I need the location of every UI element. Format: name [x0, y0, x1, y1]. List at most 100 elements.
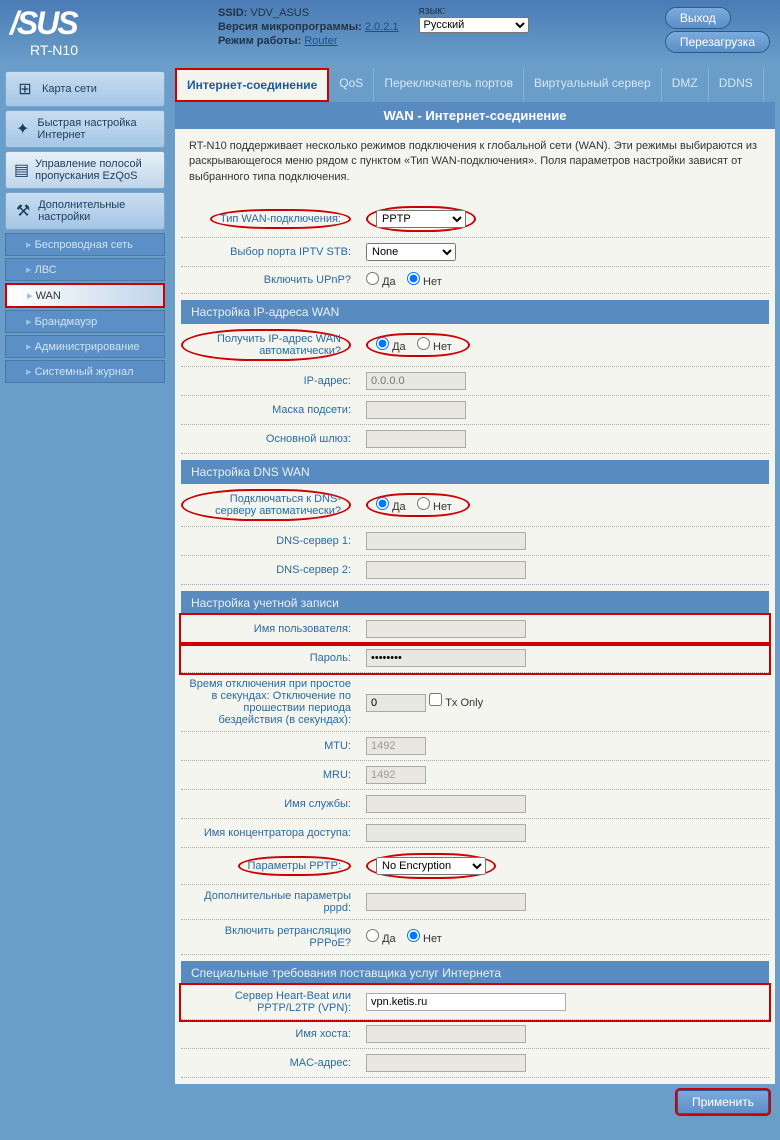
model-name: RT-N10: [30, 42, 78, 58]
tools-icon: ⚒: [14, 200, 32, 222]
dns1-input[interactable]: [366, 532, 526, 550]
mtu-input[interactable]: [366, 737, 426, 755]
fw-label: Версия микропрограммы:: [218, 21, 362, 33]
nav-qis[interactable]: ✦Быстрая настройка Интернет: [5, 110, 165, 148]
tabs: Интернет-соединение QoS Переключатель по…: [175, 68, 775, 102]
subnav-wireless[interactable]: Беспроводная сеть: [5, 233, 165, 256]
tab-qos[interactable]: QoS: [329, 68, 374, 102]
brand-logo: /SUS: [10, 5, 78, 42]
wan-type-select[interactable]: PPTP: [376, 210, 466, 228]
subnav-wan[interactable]: WAN: [5, 283, 165, 308]
dns-header: Настройка DNS WAN: [181, 460, 769, 484]
ac-label: Имя концентратора доступа:: [181, 827, 361, 839]
upnp-yes-radio[interactable]: [366, 272, 379, 285]
mac-label: MAC-адрес:: [181, 1057, 361, 1069]
ac-input[interactable]: [366, 824, 526, 842]
vpn-label: Сервер Heart-Beat или PPTP/L2TP (VPN):: [181, 990, 361, 1014]
dns1-label: DNS-сервер 1:: [181, 535, 361, 547]
gw-input[interactable]: [366, 430, 466, 448]
header-buttons: Выход Перезагрузка: [665, 5, 770, 55]
wand-icon: ✦: [14, 118, 31, 140]
tab-internet[interactable]: Интернет-соединение: [175, 68, 329, 102]
wan-auto-no-radio[interactable]: [417, 337, 430, 350]
subnav-lan[interactable]: ЛВС: [5, 258, 165, 281]
section-basic: Тип WAN-подключения: PPTP Выбор порта IP…: [181, 201, 769, 294]
host-label: Имя хоста:: [181, 1028, 361, 1040]
nav-advanced[interactable]: ⚒Дополнительные настройки: [5, 192, 165, 230]
vpn-input[interactable]: [366, 993, 566, 1011]
dns-auto-no-radio[interactable]: [417, 497, 430, 510]
dns-auto-label: Подключаться к DNS-серверу автоматически…: [181, 489, 361, 521]
service-input[interactable]: [366, 795, 526, 813]
section-isp: Специальные требования поставщика услуг …: [181, 961, 769, 1078]
lang-area: язык: Русский: [419, 5, 529, 33]
mac-input[interactable]: [366, 1054, 526, 1072]
logo-area: /SUS RT-N10: [10, 5, 78, 58]
logout-button[interactable]: Выход: [665, 7, 731, 29]
pptp-opt-select[interactable]: No Encryption: [376, 857, 486, 875]
relay-no-radio[interactable]: [407, 929, 420, 942]
pass-input[interactable]: [366, 649, 526, 667]
wan-ip-header: Настройка IP-адреса WAN: [181, 300, 769, 324]
section-dns: Настройка DNS WAN Подключаться к DNS-сер…: [181, 460, 769, 585]
ip-label: IP-адрес:: [181, 375, 361, 387]
mask-input[interactable]: [366, 401, 466, 419]
map-icon: ⊞: [14, 78, 36, 100]
user-input[interactable]: [366, 620, 526, 638]
mask-label: Маска подсети:: [181, 404, 361, 416]
dns2-label: DNS-сервер 2:: [181, 564, 361, 576]
apply-button[interactable]: Применить: [677, 1090, 769, 1114]
tab-dmz[interactable]: DMZ: [662, 68, 709, 102]
pppd-input[interactable]: [366, 893, 526, 911]
dns2-input[interactable]: [366, 561, 526, 579]
iptv-select[interactable]: None: [366, 243, 456, 261]
upnp-label: Включить UPnP?: [181, 274, 361, 286]
acct-header: Настройка учетной записи: [181, 591, 769, 615]
content: Интернет-соединение QoS Переключатель по…: [175, 68, 775, 1120]
upnp-no-radio[interactable]: [407, 272, 420, 285]
wan-auto-yes-radio[interactable]: [376, 337, 389, 350]
gw-label: Основной шлюз:: [181, 433, 361, 445]
lang-select[interactable]: Русский: [419, 17, 529, 33]
page-description: RT-N10 поддерживает несколько режимов по…: [175, 129, 775, 195]
host-input[interactable]: [366, 1025, 526, 1043]
wan-auto-label: Получить IP-адрес WAN автоматически?: [181, 329, 361, 361]
mru-label: MRU:: [181, 769, 361, 781]
idle-label: Время отключения при простое в секундах:…: [181, 678, 361, 726]
isp-header: Специальные требования поставщика услуг …: [181, 961, 769, 985]
sidebar: ⊞Карта сети ✦Быстрая настройка Интернет …: [0, 63, 170, 1125]
relay-label: Включить ретрансляцию PPPoE?: [181, 925, 361, 949]
reboot-button[interactable]: Перезагрузка: [665, 31, 770, 53]
mode-link[interactable]: Router: [304, 35, 337, 47]
idle-input[interactable]: [366, 694, 426, 712]
txonly-checkbox[interactable]: [429, 693, 442, 706]
mtu-label: MTU:: [181, 740, 361, 752]
lang-label: язык:: [419, 5, 529, 17]
dns-auto-yes-radio[interactable]: [376, 497, 389, 510]
header-info: SSID: VDV_ASUS Версия микропрограммы: 2.…: [218, 5, 399, 49]
service-label: Имя службы:: [181, 798, 361, 810]
ssid-value: VDV_ASUS: [250, 7, 309, 19]
fw-link[interactable]: 2.0.2.1: [365, 21, 399, 33]
section-account: Настройка учетной записи Имя пользовател…: [181, 591, 769, 955]
subnav-firewall[interactable]: Брандмауэр: [5, 310, 165, 333]
ip-input[interactable]: [366, 372, 466, 390]
tab-ddns[interactable]: DDNS: [709, 68, 764, 102]
subnav-syslog[interactable]: Системный журнал: [5, 360, 165, 383]
nav-ezqos[interactable]: ▤Управление полосой пропускания EzQoS: [5, 151, 165, 189]
tab-virtual-server[interactable]: Виртуальный сервер: [524, 68, 662, 102]
pptp-opt-label: Параметры PPTP:: [181, 856, 361, 876]
section-wan-ip: Настройка IP-адреса WAN Получить IP-адре…: [181, 300, 769, 454]
footer-bar: Применить: [175, 1084, 775, 1120]
tab-port-trigger[interactable]: Переключатель портов: [374, 68, 524, 102]
header: /SUS RT-N10 SSID: VDV_ASUS Версия микроп…: [0, 0, 780, 63]
user-label: Имя пользователя:: [181, 623, 361, 635]
ssid-label: SSID:: [218, 7, 247, 19]
nav-network-map[interactable]: ⊞Карта сети: [5, 71, 165, 107]
subnav-admin[interactable]: Администрирование: [5, 335, 165, 358]
relay-yes-radio[interactable]: [366, 929, 379, 942]
mru-input[interactable]: [366, 766, 426, 784]
wan-type-label: Тип WAN-подключения:: [181, 209, 361, 229]
page-title: WAN - Интернет-соединение: [175, 102, 775, 129]
iptv-label: Выбор порта IPTV STB:: [181, 246, 361, 258]
